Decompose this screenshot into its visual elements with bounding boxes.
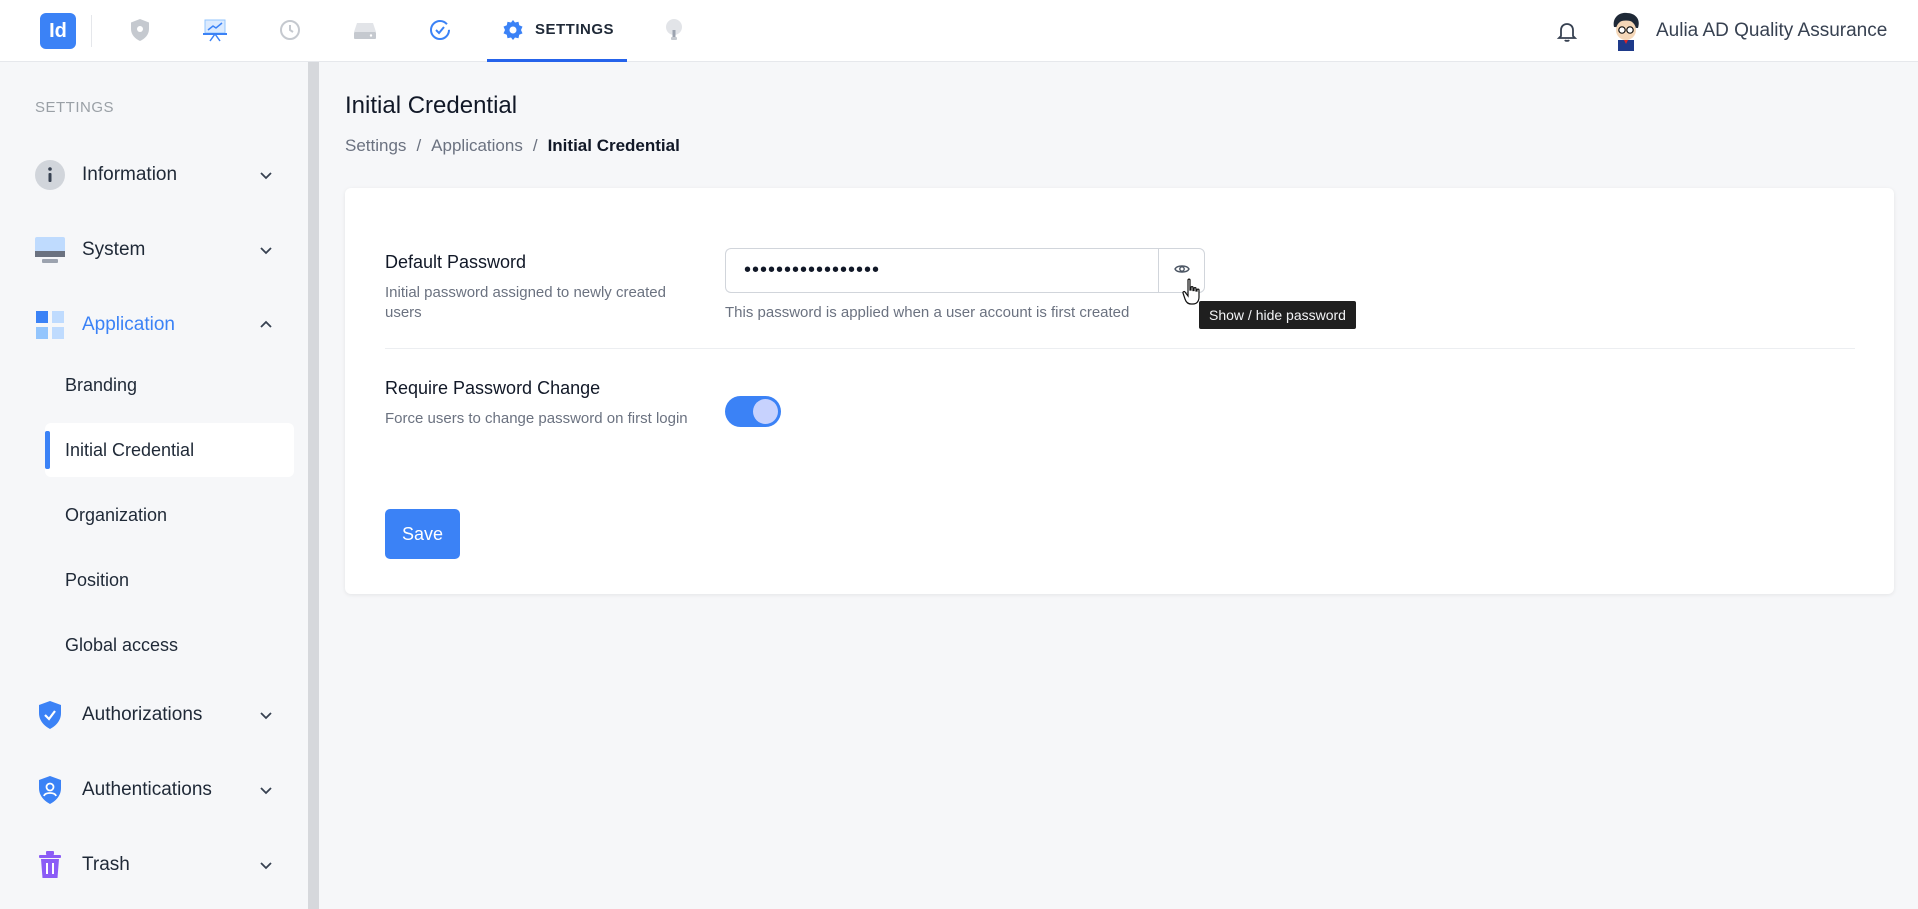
sidebar-group-information[interactable]: Information [34,155,284,195]
shield-user-icon [34,774,66,806]
trash-icon [34,849,66,881]
chevron-down-icon [258,857,274,873]
default-password-help: This password is applied when a user acc… [725,304,1130,321]
sidebar-item-label: Global access [65,634,179,655]
chevron-up-icon [258,317,274,333]
sidebar-group-authorizations[interactable]: Authorizations [34,695,284,735]
presentation-icon[interactable] [202,17,228,43]
breadcrumb-current: Initial Credential [547,136,680,155]
sidebar-item-initial-credential[interactable]: Initial Credential [45,423,294,477]
breadcrumb-applications[interactable]: Applications [431,136,523,156]
sidebar-group-system[interactable]: System [34,230,284,270]
sidebar-group-label: Information [82,164,178,185]
sidebar-item-label: Branding [65,374,138,395]
shield-check-icon [34,699,66,731]
bell-icon[interactable] [1555,19,1579,43]
require-password-change-label: Require Password Change [385,378,601,398]
chevron-down-icon [258,167,274,183]
sidebar-scrollbar[interactable] [308,62,319,909]
sidebar-item-label: Initial Credential [65,439,195,460]
drive-icon[interactable] [352,17,378,43]
default-password-input[interactable]: ••••••••••••••••• [725,248,1159,293]
shield-icon[interactable] [127,17,153,43]
app-logo[interactable]: Id [40,13,76,49]
sidebar-item-label: Organization [65,504,168,525]
sidebar-item-global-access[interactable]: Global access [45,618,294,672]
sidebar-group-application[interactable]: Application [34,305,284,345]
sidebar-heading: SETTINGS [35,99,115,116]
tab-settings[interactable]: SETTINGS [487,0,627,62]
sidebar-group-label: Trash [82,854,130,875]
chevron-down-icon [258,782,274,798]
chevron-down-icon [258,707,274,723]
require-password-change-description: Force users to change password on first … [385,410,688,427]
info-icon [34,159,66,191]
default-password-label: Default Password [385,252,527,272]
default-password-description: Initial password assigned to newly creat… [385,284,666,321]
section-divider [385,348,1855,349]
chevron-down-icon [258,242,274,258]
sidebar-group-trash[interactable]: Trash [34,845,284,885]
logo-divider [91,15,92,47]
check-circle-icon[interactable] [427,17,453,43]
sidebar-group-label: Authorizations [82,704,203,725]
page-title: Initial Credential [345,92,518,119]
monitor-icon [34,234,66,266]
save-button[interactable]: Save [385,509,460,559]
breadcrumb-separator: / [532,136,538,155]
lightbulb-icon[interactable] [661,17,687,43]
user-name[interactable]: Aulia AD Quality Assurance [1656,20,1887,42]
sidebar-group-label: System [82,239,146,260]
avatar[interactable] [1607,11,1645,51]
breadcrumb-separator: / [416,136,422,155]
history-icon[interactable] [277,17,303,43]
sidebar-group-label: Authentications [82,779,212,800]
sidebar-item-position[interactable]: Position [45,553,294,607]
show-password-tooltip: Show / hide password [1199,301,1356,329]
sidebar-group-label: Application [82,314,175,335]
settings-icon [501,18,525,42]
toggle-knob [753,399,778,424]
tab-settings-label: SETTINGS [535,21,615,38]
require-password-change-toggle[interactable] [725,396,781,427]
sidebar-group-authentications[interactable]: Authentications [34,770,284,810]
grid-icon [34,309,66,341]
sidebar-item-label: Position [65,569,130,590]
breadcrumb-settings[interactable]: Settings [345,136,406,156]
top-bar: Id SETTINGS Aulia AD Quality Assurance [0,0,1918,62]
breadcrumb: Settings / Applications / Initial Creden… [345,136,680,156]
sidebar-item-organization[interactable]: Organization [45,488,294,542]
eye-icon [1173,262,1190,280]
sidebar-item-branding[interactable]: Branding [45,358,294,412]
hand-cursor-icon [1182,278,1202,308]
